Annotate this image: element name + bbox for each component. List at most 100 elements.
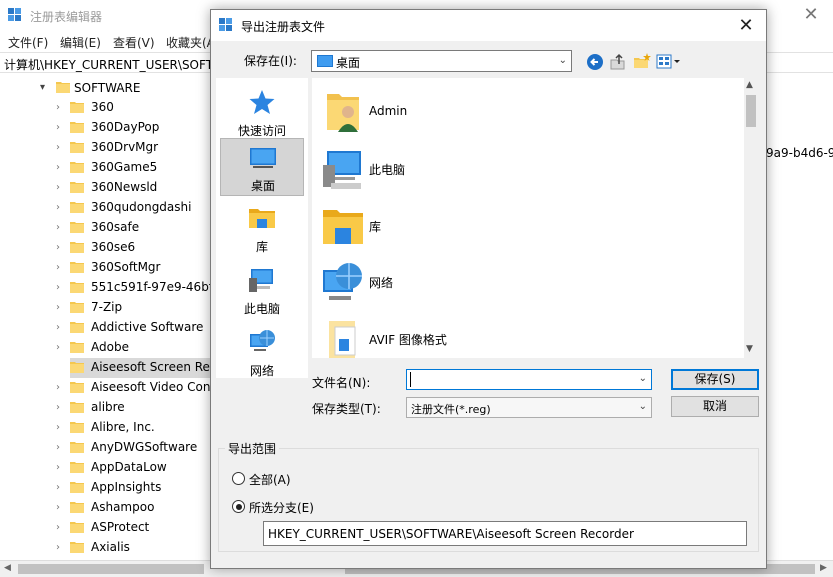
tree-node[interactable]: › Axialis [56, 538, 218, 558]
folder-icon [70, 222, 84, 233]
chevron-right-icon[interactable]: › [56, 322, 60, 333]
tree-node[interactable]: › 360se6 [56, 238, 218, 258]
tree-node[interactable]: › AnyDWGSoftware [56, 438, 218, 458]
file-item-this-pc[interactable]: 此电脑 [317, 141, 737, 195]
place-label: 快速访问 [237, 124, 286, 138]
tree-node[interactable]: › AppDataLow [56, 458, 218, 478]
tree-node-label: Aiseesoft Screen Rec [91, 360, 217, 374]
save-button[interactable]: 保存(S) [671, 369, 759, 390]
radio-selected-branch[interactable] [232, 500, 245, 513]
folder-icon [56, 82, 70, 93]
chevron-right-icon[interactable]: › [56, 342, 60, 353]
close-icon[interactable]: ✕ [731, 12, 761, 39]
chevron-right-icon[interactable]: › [56, 422, 60, 433]
selected-branch-field[interactable] [263, 521, 747, 546]
tree-node[interactable]: › alibre [56, 398, 218, 418]
chevron-right-icon[interactable]: › [56, 542, 60, 553]
place-this-pc[interactable]: 此电脑 [220, 262, 304, 320]
file-item-avif[interactable]: AVIF 图像格式 [317, 311, 737, 358]
chevron-right-icon[interactable]: › [56, 382, 60, 393]
file-item-admin[interactable]: Admin [317, 84, 737, 138]
tree-node[interactable]: › Addictive Software [56, 318, 218, 338]
file-list[interactable]: Admin 此电脑 库 网络 AVIF 图像格式 [312, 78, 758, 358]
desktop-icon [317, 55, 333, 67]
place-quick-access[interactable]: 快速访问 [220, 84, 304, 142]
tree-node[interactable]: › Aiseesoft Video Conv [56, 378, 218, 398]
view-menu-icon[interactable] [656, 52, 684, 72]
file-item-network[interactable]: 网络 [317, 254, 737, 308]
menu-edit[interactable]: 编辑(E) [60, 34, 101, 51]
selected-branch-input[interactable] [268, 525, 738, 542]
menu-view[interactable]: 查看(V) [113, 34, 155, 51]
new-folder-icon[interactable] [632, 52, 652, 72]
scroll-up-icon[interactable]: ▲ [746, 80, 753, 90]
registry-close-icon[interactable]: ✕ [798, 2, 824, 28]
chevron-right-icon[interactable]: › [56, 462, 60, 473]
registry-app-icon [219, 18, 232, 31]
tree-node[interactable]: › Alibre, Inc. [56, 418, 218, 438]
tree-node[interactable]: › 360safe [56, 218, 218, 238]
menu-file[interactable]: 文件(F) [8, 34, 48, 51]
chevron-right-icon[interactable]: › [56, 222, 60, 233]
tree-node-label: AnyDWGSoftware [91, 440, 198, 454]
chevron-down-icon[interactable]: ⌄ [559, 55, 567, 66]
tree-node[interactable]: › AppInsights [56, 478, 218, 498]
tree-node[interactable]: › 360Newsld [56, 178, 218, 198]
tree-node[interactable]: › 360SoftMgr [56, 258, 218, 278]
chevron-right-icon[interactable]: › [56, 442, 60, 453]
chevron-right-icon[interactable]: › [56, 282, 60, 293]
back-icon[interactable] [586, 52, 606, 72]
radio-all-label[interactable]: 全部(A) [249, 471, 291, 488]
filename-input[interactable] [410, 371, 630, 388]
place-desktop[interactable]: 桌面 [220, 138, 304, 196]
chevron-right-icon[interactable]: › [56, 102, 60, 113]
scroll-thumb[interactable] [746, 95, 756, 127]
tree-node[interactable]: › 360DayPop [56, 118, 218, 138]
scroll-down-icon[interactable]: ▼ [746, 344, 753, 354]
chevron-right-icon[interactable]: › [56, 242, 60, 253]
scroll-thumb[interactable] [18, 564, 204, 574]
file-item-library[interactable]: 库 [317, 198, 737, 252]
chevron-right-icon[interactable]: › [56, 202, 60, 213]
chevron-right-icon[interactable]: › [56, 182, 60, 193]
chevron-right-icon[interactable]: › [56, 482, 60, 493]
chevron-right-icon[interactable]: › [56, 402, 60, 413]
chevron-right-icon[interactable]: › [56, 502, 60, 513]
chevron-right-icon[interactable]: › [56, 142, 60, 153]
scroll-right-icon[interactable]: ▶ [820, 563, 827, 573]
tree-node[interactable]: › ASProtect [56, 518, 218, 538]
tree-node[interactable]: › Adobe [56, 338, 218, 358]
tree-node[interactable]: › Ashampoo [56, 498, 218, 518]
cancel-button[interactable]: 取消 [671, 396, 759, 417]
chevron-right-icon[interactable]: › [56, 122, 60, 133]
chevron-down-icon[interactable]: ⌄ [639, 401, 647, 412]
tree-node[interactable]: › 7-Zip [56, 298, 218, 318]
chevron-right-icon[interactable]: › [56, 162, 60, 173]
radio-selected-branch-label[interactable]: 所选分支(E) [249, 499, 314, 516]
radio-all[interactable] [232, 472, 245, 485]
tree-node-software[interactable]: ▾ SOFTWARE [40, 78, 218, 98]
up-folder-icon[interactable] [608, 52, 628, 72]
tree-node[interactable]: › 551c591f-97e9-46bf- [56, 278, 218, 298]
tree-node[interactable]: › 360 [56, 98, 218, 118]
filetype-dropdown[interactable]: 注册文件(*.reg) ⌄ [406, 397, 652, 418]
chevron-right-icon[interactable]: › [56, 302, 60, 313]
this-pc-icon [249, 269, 273, 292]
filename-combobox[interactable]: ⌄ [406, 369, 652, 390]
tree-node-label: 360DayPop [91, 120, 160, 134]
tree-node[interactable]: ›Aiseesoft Screen Rec [70, 358, 218, 378]
chevron-right-icon[interactable]: › [56, 522, 60, 533]
tree-node[interactable]: › 360DrvMgr [56, 138, 218, 158]
chevron-right-icon[interactable]: › [56, 262, 60, 273]
place-library[interactable]: 库 [220, 200, 304, 258]
save-in-dropdown[interactable]: 桌面 ⌄ [311, 50, 572, 72]
scroll-left-icon[interactable]: ◀ [4, 563, 11, 573]
place-label: 库 [255, 240, 268, 254]
tree-node[interactable]: › 360qudongdashi [56, 198, 218, 218]
chevron-down-icon[interactable]: ⌄ [639, 373, 647, 384]
file-list-scrollbar[interactable]: ▲ ▼ [744, 78, 758, 358]
chevron-down-icon[interactable]: ▾ [40, 82, 45, 93]
tree-node[interactable]: › 360Game5 [56, 158, 218, 178]
registry-tree[interactable]: ▾ SOFTWARE › 360 › 360DayPop › 360DrvMgr › 360G… [0, 74, 218, 564]
place-network[interactable]: 网络 [220, 324, 304, 382]
